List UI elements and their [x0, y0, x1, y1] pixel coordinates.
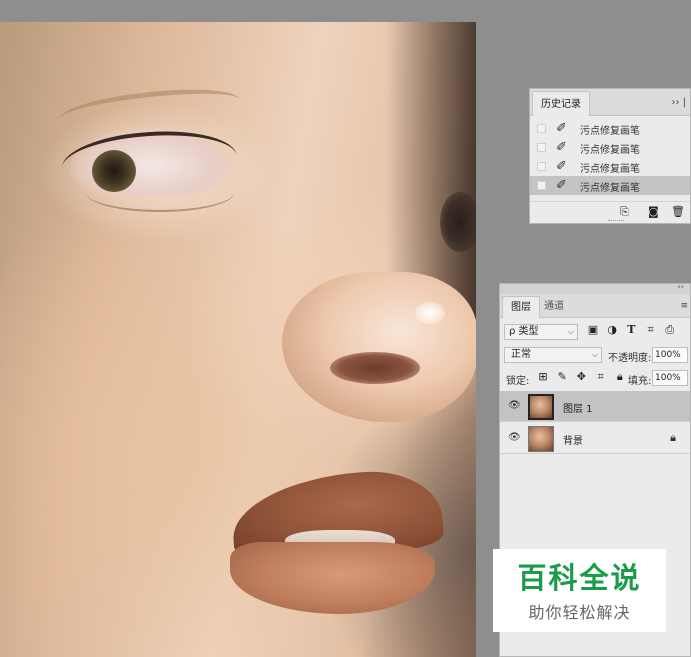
fill-label: 填充:	[628, 376, 652, 387]
blend-mode-value: 正常	[511, 349, 531, 360]
chevron-down-icon: ⌵	[591, 350, 598, 359]
resize-grip[interactable]	[608, 220, 624, 222]
layers-menu-button[interactable]: ≡	[680, 294, 688, 318]
smart-object-filter-icon[interactable]: ⎙	[663, 323, 677, 337]
panel-dock-bar: ‹‹	[500, 282, 690, 294]
healing-brush-icon: ✐	[556, 140, 567, 155]
history-state-label: 污点修复画笔	[580, 164, 640, 175]
lock-transparent-icon[interactable]: ⊞	[536, 370, 550, 383]
tab-layers[interactable]: 图层	[502, 296, 540, 318]
collapse-panels-button[interactable]: ‹‹	[678, 282, 684, 291]
healing-brush-icon: ✐	[556, 159, 567, 174]
opacity-label: 不透明度:	[608, 353, 652, 364]
layer-thumbnail[interactable]	[528, 394, 554, 420]
photo-nose-highlight	[415, 302, 445, 324]
adjustment-filter-icon[interactable]: ◑	[605, 323, 619, 336]
trash-icon[interactable]: 🗑	[671, 205, 685, 218]
photo-nose	[282, 272, 476, 422]
lock-icons: ⊞ ✎ ✥ ⌗ 🔒︎	[536, 370, 629, 384]
layer-filter-select[interactable]: ρ 类型 ⌵	[504, 324, 578, 340]
layer-name[interactable]: 图层 1	[563, 400, 593, 415]
lock-move-icon[interactable]: ✥	[574, 370, 588, 383]
history-state-item-active[interactable]: ✐ 污点修复画笔	[530, 176, 690, 195]
healing-brush-icon: ✐	[556, 178, 567, 193]
lock-row: 锁定: ⊞ ✎ ✥ ⌗ 🔒︎ 填充: 100%	[500, 367, 690, 389]
history-state-label: 污点修复画笔	[580, 183, 640, 194]
healing-brush-icon: ✐	[556, 121, 567, 136]
layer-name[interactable]: 背景	[563, 432, 583, 447]
layers-tab-bar: 图层 通道 ≡	[500, 294, 690, 318]
tab-history[interactable]: 历史记录	[532, 91, 590, 116]
lock-artboard-icon[interactable]: ⌗	[594, 370, 608, 384]
history-footer: ⎘ ◙ 🗑	[530, 201, 690, 223]
snapshot-source-checkbox[interactable]	[537, 162, 546, 171]
photo-far-eye	[440, 192, 476, 252]
layer-filter-icons: ▣ ◑ T ⌗ ⎙	[586, 323, 679, 337]
visibility-eye-icon[interactable]: 👁︎	[508, 432, 521, 443]
layer-filter-row: ρ 类型 ⌵ ▣ ◑ T ⌗ ⎙	[500, 320, 690, 342]
snapshot-source-checkbox[interactable]	[537, 143, 546, 152]
history-panel: 历史记录 ›› | ✐ 污点修复画笔 ✐ 污点修复画笔 ✐ 污点修复画笔 ✐ 污…	[529, 88, 691, 224]
history-state-item[interactable]: ✐ 污点修复画笔	[530, 157, 690, 176]
fill-field[interactable]: 100%	[652, 370, 688, 386]
layer-row-background[interactable]: 👁︎ 背景 🔒︎	[500, 423, 690, 454]
snapshot-source-checkbox[interactable]	[537, 181, 546, 190]
chevron-down-icon: ⌵	[567, 327, 574, 336]
layer-lock-icon[interactable]: 🔒︎	[670, 431, 676, 445]
snapshot-source-checkbox[interactable]	[537, 124, 546, 133]
shape-filter-icon[interactable]: ⌗	[644, 323, 658, 337]
history-state-label: 污点修复画笔	[580, 145, 640, 156]
document-canvas[interactable]	[0, 22, 476, 657]
history-list: ✐ 污点修复画笔 ✐ 污点修复画笔 ✐ 污点修复画笔 ✐ 污点修复画笔	[530, 119, 690, 195]
photo-lower-lid	[85, 172, 235, 212]
tab-channels[interactable]: 通道	[536, 296, 572, 318]
layer-filter-value: ρ 类型	[509, 326, 539, 337]
new-document-from-state-icon[interactable]: ⎘	[620, 205, 629, 219]
lock-paint-icon[interactable]: ✎	[555, 370, 569, 383]
history-state-label: 污点修复画笔	[580, 126, 640, 137]
visibility-eye-icon[interactable]: 👁︎	[508, 400, 521, 411]
history-menu-button[interactable]: ›› |	[671, 89, 686, 116]
history-state-item[interactable]: ✐ 污点修复画笔	[530, 119, 690, 138]
watermark-logo: 百科全说 助你轻松解决	[493, 549, 666, 632]
watermark-title: 百科全说	[517, 563, 642, 595]
type-filter-icon[interactable]: T	[624, 323, 638, 336]
watermark-subtitle: 助你轻松解决	[528, 603, 631, 622]
image-filter-icon[interactable]: ▣	[586, 323, 600, 336]
photo-nostril	[330, 352, 420, 384]
layer-row-layer-1[interactable]: 👁︎ 图层 1	[500, 391, 690, 422]
history-tab-bar: 历史记录 ›› |	[530, 89, 690, 116]
lock-all-icon[interactable]: 🔒︎	[613, 370, 627, 384]
history-state-item[interactable]: ✐ 污点修复画笔	[530, 138, 690, 157]
opacity-field[interactable]: 100%	[652, 347, 688, 363]
lock-label: 锁定:	[506, 376, 530, 387]
blend-mode-select[interactable]: 正常 ⌵	[504, 347, 602, 363]
blend-row: 正常 ⌵ 不透明度: 100%	[500, 344, 690, 366]
layer-thumbnail[interactable]	[528, 426, 554, 452]
camera-snapshot-icon[interactable]: ◙	[648, 205, 659, 218]
